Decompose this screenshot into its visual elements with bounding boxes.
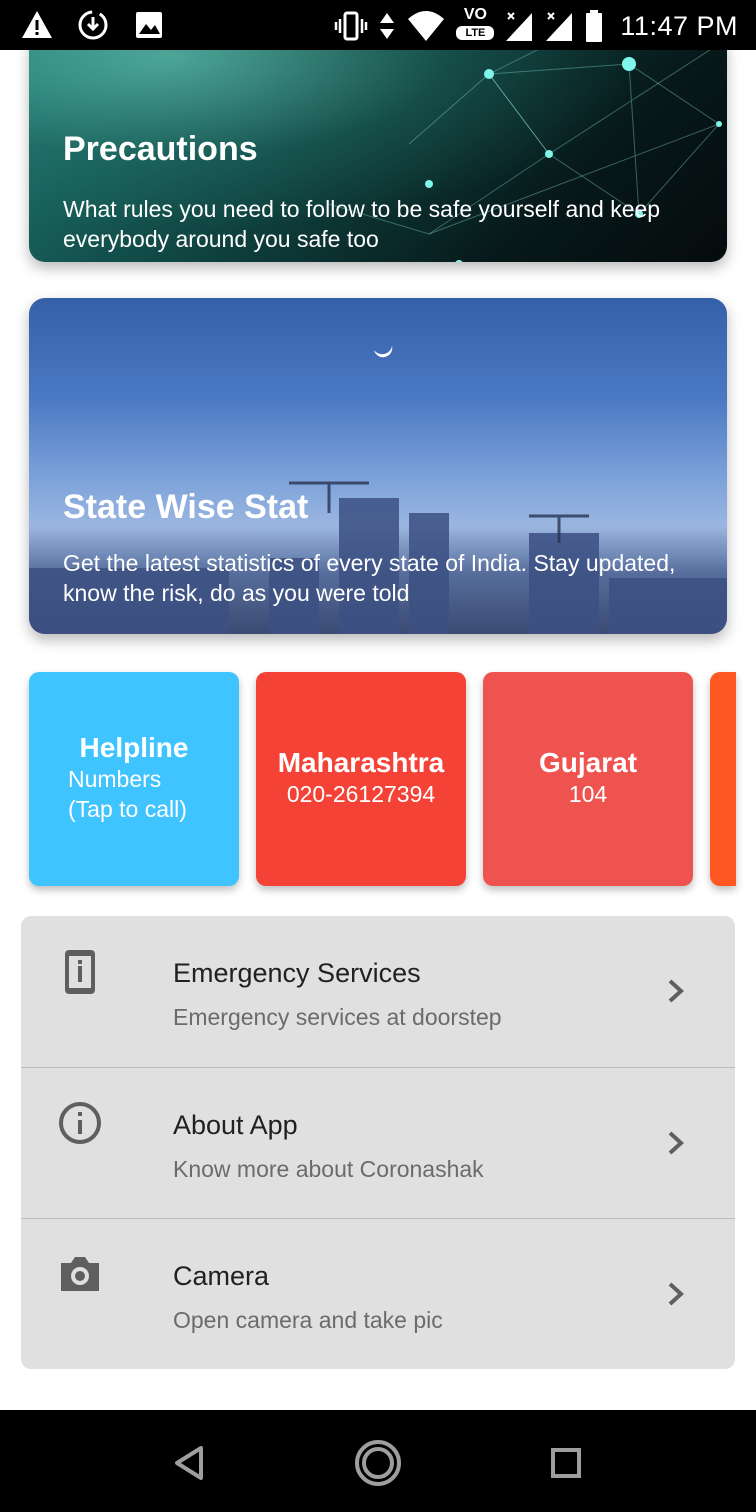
helpline-line1: Numbers [68, 766, 162, 792]
back-icon[interactable] [165, 1438, 215, 1488]
data-arrows-icon [380, 13, 395, 39]
home-icon[interactable] [353, 1438, 403, 1488]
list-item-about-app[interactable]: About App Know more about Coronashak [21, 1067, 735, 1218]
recents-icon[interactable] [541, 1438, 591, 1488]
volte-icon: VO LTE [456, 6, 495, 46]
card-title: State Wise Stat [63, 488, 309, 526]
menu-list: Emergency Services Emergency services at… [21, 916, 735, 1369]
list-item-title: Camera [173, 1261, 270, 1291]
clock: 11:47 PM [620, 10, 738, 41]
camera-icon [61, 1257, 99, 1291]
helpline-carousel[interactable]: Helpline Numbers (Tap to call) Maharasht… [0, 672, 756, 892]
lte-label: LTE [456, 26, 495, 40]
list-item-subtitle: Know more about Coronashak [173, 1156, 484, 1182]
state-helpline-tile-maharashtra[interactable]: Maharashtra 020-26127394 [256, 672, 466, 886]
image-icon [136, 12, 162, 38]
state-name: Maharashtra [277, 747, 445, 778]
chevron-right-icon [668, 1282, 684, 1306]
state-helpline-tile-gujarat[interactable]: Gujarat 104 [483, 672, 693, 886]
precautions-card[interactable]: Precautions What rules you need to follo… [29, 50, 727, 262]
info-icon [59, 1102, 101, 1144]
wifi-icon [408, 11, 445, 41]
download-icon [78, 10, 108, 40]
state-helpline-tile-partial[interactable] [710, 672, 736, 886]
helpline-title: Helpline [79, 732, 189, 763]
main-content: Precautions What rules you need to follo… [0, 50, 756, 1410]
list-item-title: Emergency Services [173, 958, 421, 988]
list-item-subtitle: Emergency services at doorstep [173, 1004, 502, 1030]
helpline-line2: (Tap to call) [68, 796, 187, 822]
signal-icon [506, 12, 533, 41]
chevron-right-icon [668, 979, 684, 1003]
vibrate-icon [335, 11, 368, 41]
state-name: Gujarat [538, 747, 638, 778]
state-phone-number: 104 [568, 781, 608, 807]
card-title: Precautions [63, 130, 258, 168]
state-wise-stat-card[interactable]: State Wise Stat Get the latest statistic… [29, 298, 727, 634]
status-bar: VO LTE 11:47 PM [0, 0, 756, 50]
chevron-right-icon [668, 1131, 684, 1155]
list-item-emergency-services[interactable]: Emergency Services Emergency services at… [21, 916, 735, 1067]
list-item-camera[interactable]: Camera Open camera and take pic [21, 1218, 735, 1369]
volte-label: VO [463, 6, 487, 23]
phone-device-icon [65, 950, 95, 994]
battery-icon [586, 10, 603, 42]
warning-icon [22, 11, 52, 38]
list-item-subtitle: Open camera and take pic [173, 1307, 443, 1333]
card-description: Get the latest statistics of every state… [63, 550, 676, 606]
helpline-tile[interactable]: Helpline Numbers (Tap to call) [29, 672, 239, 886]
state-phone-number: 020-26127394 [286, 781, 436, 807]
card-description: What rules you need to follow to be safe… [63, 196, 661, 252]
navigation-bar [0, 1410, 756, 1512]
list-item-title: About App [173, 1110, 298, 1140]
signal-icon [546, 12, 573, 41]
